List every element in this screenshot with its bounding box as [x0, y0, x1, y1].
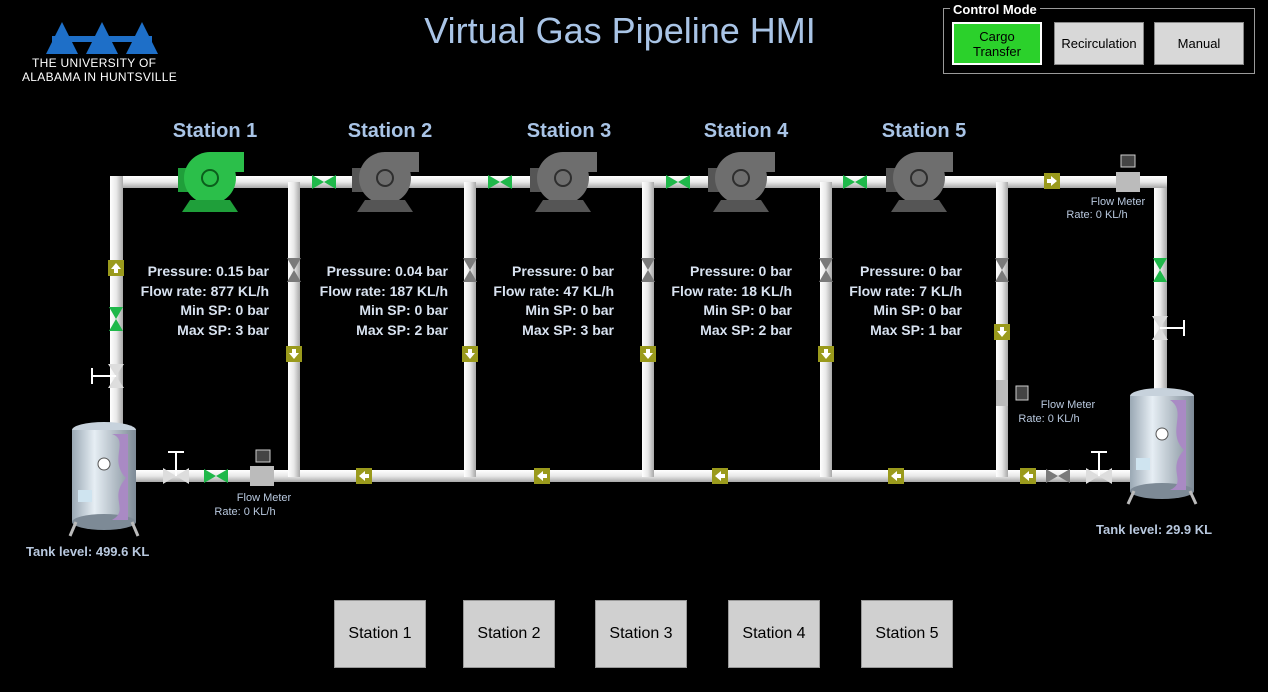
recirculation-button[interactable]: Recirculation — [1054, 22, 1144, 65]
flow-arrow-down-icon — [286, 346, 302, 362]
min-sp-readout: Min SP: 0 bar — [873, 302, 962, 319]
min-sp-readout: Min SP: 0 bar — [359, 302, 448, 319]
control-mode-legend: Control Mode — [950, 2, 1040, 17]
flow-meter-title: Flow Meter — [236, 492, 292, 504]
flow-arrow-left-icon — [1020, 468, 1036, 484]
flow-meter-mid-right-rate: Rate: 0 KL/h — [1018, 413, 1080, 425]
station-4-button[interactable]: Station 4 — [728, 600, 820, 668]
flow-meter-top-right-rate: Rate: 0 KL/h — [1066, 209, 1128, 221]
flow-meter-icon — [250, 449, 274, 486]
station-5-title: Station 5 — [881, 120, 967, 142]
manual-button[interactable]: Manual — [1154, 22, 1244, 65]
pressure-readout: Pressure: 0.04 bar — [326, 263, 448, 279]
station-2-stats: Pressure: 0.04 bar Flow rate: 187 KL/h M… — [273, 262, 448, 341]
station-4-stats: Pressure: 0 bar Flow rate: 18 KL/h Min S… — [617, 262, 792, 341]
flow-meter-top-right-title: Flow Meter — [1090, 196, 1146, 208]
left-tank[interactable] — [68, 422, 140, 537]
station-5-button[interactable]: Station 5 — [861, 600, 953, 668]
station-2-button[interactable]: Station 2 — [463, 600, 555, 668]
flow-arrow-left-icon — [534, 468, 550, 484]
station-3-stats: Pressure: 0 bar Flow rate: 47 KL/h Min S… — [439, 262, 614, 341]
flow-arrow-down-icon — [640, 346, 656, 362]
flow-meter-left-label: Flow Meter — [228, 492, 300, 505]
flow-meter-icon — [1116, 154, 1140, 192]
flow-meter-left-rate: Rate: 0 KL/h — [214, 506, 276, 518]
pump-station-4[interactable] — [708, 152, 775, 212]
max-sp-readout: Max SP: 1 bar — [870, 322, 962, 339]
flow-meter-mid-right-title: Flow Meter — [1040, 399, 1096, 411]
station-5-stats: Pressure: 0 bar Flow rate: 7 KL/h Min SP… — [787, 262, 962, 341]
flow-arrow-left-icon — [712, 468, 728, 484]
min-sp-readout: Min SP: 0 bar — [525, 302, 614, 319]
station-3-button[interactable]: Station 3 — [595, 600, 687, 668]
station-4-title: Station 4 — [703, 120, 789, 142]
pressure-readout: Pressure: 0 bar — [690, 263, 792, 279]
pump-station-3[interactable] — [530, 152, 597, 212]
station-1-stats: Pressure: 0.15 bar Flow rate: 877 KL/h M… — [94, 262, 269, 341]
logo-text-line2: ALABAMA IN HUNTSVILLE — [22, 70, 178, 84]
logo-text-line1: THE UNIVERSITY OF — [32, 56, 157, 70]
min-sp-readout: Min SP: 0 bar — [180, 302, 269, 319]
right-tank-level: Tank level: 29.9 KL — [1096, 522, 1213, 537]
flow-arrow-left-icon — [888, 468, 904, 484]
station-1-title: Station 1 — [172, 120, 258, 142]
pump-station-5[interactable] — [886, 152, 953, 212]
pressure-readout: Pressure: 0 bar — [860, 263, 962, 279]
flow-rate-readout: Flow rate: 187 KL/h — [319, 282, 448, 299]
pressure-readout: Pressure: 0.15 bar — [147, 263, 269, 279]
pipeline-diagram — [68, 152, 1198, 537]
flow-arrow-left-icon — [356, 468, 372, 484]
flow-arrow-down-icon — [462, 346, 478, 362]
pump-station-1[interactable] — [178, 152, 244, 212]
station-3-title: Station 3 — [526, 120, 612, 142]
flow-rate-readout: Flow rate: 7 KL/h — [849, 282, 962, 299]
min-sp-readout: Min SP: 0 bar — [703, 302, 792, 319]
flow-arrow-down-icon — [818, 346, 834, 362]
flow-rate-readout: Flow rate: 47 KL/h — [493, 282, 614, 299]
flow-meter-icon — [996, 380, 1029, 406]
max-sp-readout: Max SP: 2 bar — [700, 322, 792, 339]
left-tank-level: Tank level: 499.6 KL — [26, 544, 150, 559]
max-sp-readout: Max SP: 3 bar — [177, 322, 269, 339]
pump-station-2[interactable] — [352, 152, 419, 212]
flow-arrow-down-icon — [994, 324, 1010, 340]
max-sp-readout: Max SP: 3 bar — [522, 322, 614, 339]
station-2-title: Station 2 — [347, 120, 433, 142]
max-sp-readout: Max SP: 2 bar — [356, 322, 448, 339]
right-tank[interactable] — [1126, 388, 1198, 505]
flow-rate-readout: Flow rate: 18 KL/h — [671, 282, 792, 299]
flow-arrow-right-icon — [1044, 173, 1060, 189]
pressure-readout: Pressure: 0 bar — [512, 263, 614, 279]
cargo-transfer-button[interactable]: Cargo Transfer — [952, 22, 1042, 65]
station-1-button[interactable]: Station 1 — [334, 600, 426, 668]
flow-rate-readout: Flow rate: 877 KL/h — [140, 282, 269, 299]
